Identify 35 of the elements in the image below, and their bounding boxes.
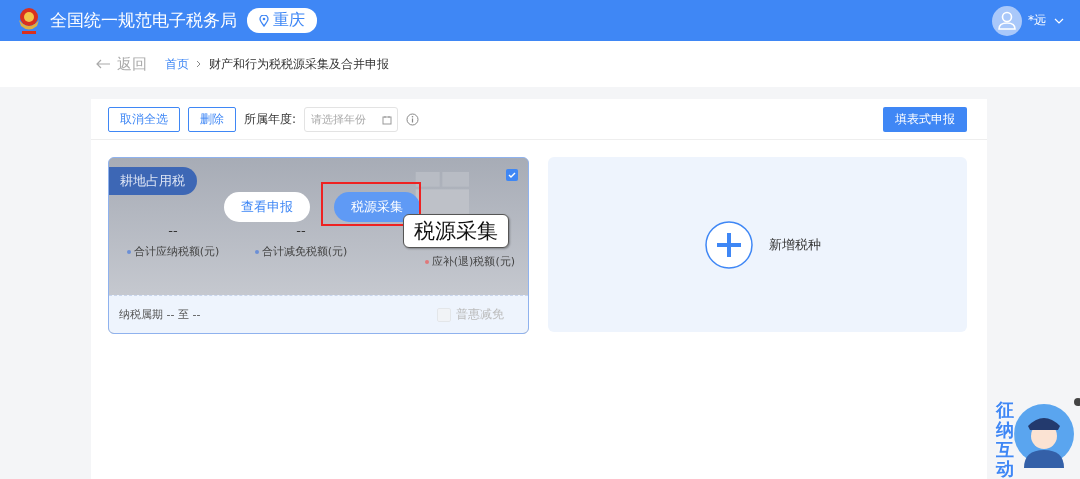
site-title: 全国统一规范电子税务局 (50, 9, 237, 32)
plus-icon (705, 220, 753, 269)
calendar-icon (382, 115, 393, 125)
card-action-button[interactable]: 查看申报 (224, 192, 310, 222)
year-label: 所属年度: (244, 111, 297, 128)
callout-bubble: 税源采集 (403, 214, 509, 248)
card-checkbox[interactable] (506, 169, 518, 181)
user-name[interactable]: *远 (1028, 12, 1046, 29)
breadcrumb-current: 财产和行为税税源采集及合并申报 (209, 55, 389, 73)
stat-label: 合计应纳税额(元) (133, 244, 220, 259)
breadcrumb-link[interactable]: 首页 (165, 55, 189, 73)
back-arrow-icon (95, 59, 111, 69)
region-selector[interactable]: 重庆 (247, 8, 317, 33)
toolbar-button[interactable]: 删除 (188, 107, 236, 132)
tax-period: 纳税属期 -- 至 -- (119, 307, 201, 322)
stat-value: -- (296, 224, 306, 238)
relief-label: 普惠减免 (456, 306, 504, 323)
handle-dot-icon[interactable] (1074, 398, 1080, 406)
toolbar-button[interactable]: 取消全选 (108, 107, 180, 132)
stat-value: -- (168, 224, 178, 238)
add-tax-card[interactable]: 新增税种 (548, 157, 967, 332)
tax-name-tag: 耕地占用税 (109, 167, 197, 195)
back-button[interactable]: 返回 (95, 54, 147, 74)
stat-label: 合计减免税额(元) (261, 244, 348, 259)
card-action-button[interactable]: 税源采集 (334, 192, 420, 222)
assistant-label[interactable]: 征纳互动 (996, 400, 1014, 479)
location-pin-icon (259, 14, 269, 27)
avatar-icon[interactable] (992, 5, 1022, 36)
submit-button[interactable]: 填表式申报 (883, 107, 967, 132)
add-tax-label: 新增税种 (769, 235, 821, 254)
stat-label: 应补(退)税额(元) (431, 254, 515, 269)
info-icon[interactable] (406, 113, 420, 126)
chevron-down-icon[interactable] (1054, 16, 1064, 25)
year-field[interactable]: 请选择年份 (304, 107, 399, 132)
chevron-right-icon (195, 60, 203, 68)
